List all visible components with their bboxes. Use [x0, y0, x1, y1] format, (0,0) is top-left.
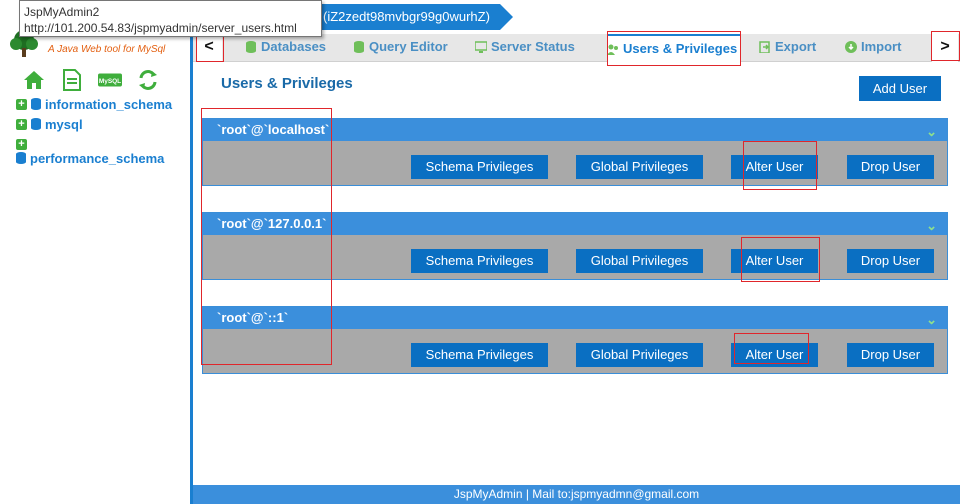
- database-icon: [354, 41, 364, 53]
- database-name[interactable]: performance_schema: [30, 151, 164, 166]
- tab-next-arrow-icon[interactable]: >: [932, 34, 958, 62]
- database-item[interactable]: + information_schema: [16, 94, 172, 114]
- home-icon[interactable]: [22, 69, 46, 91]
- export-icon: [759, 41, 770, 53]
- mysql-icon[interactable]: MySQL: [98, 69, 122, 91]
- drop-user-button[interactable]: Drop User: [847, 249, 934, 273]
- chevron-down-icon[interactable]: ⌄: [926, 121, 937, 143]
- database-item[interactable]: + mysql: [16, 114, 172, 134]
- server-name[interactable]: (iZ2zedt98mvbgr99g0wurhZ): [323, 9, 490, 24]
- page-title: Users & Privileges: [221, 75, 353, 92]
- sidebar: A Java Web tool for MySql MySQL + inform…: [0, 0, 191, 504]
- user-card-header[interactable]: `root`@`127.0.0.1` ⌄: [203, 213, 947, 235]
- document-icon[interactable]: [60, 69, 84, 91]
- sidebar-divider: [190, 0, 193, 504]
- tab-query-editor[interactable]: Query Editor: [353, 34, 448, 62]
- tab-label[interactable]: Users & Privileges: [623, 41, 737, 56]
- tab-label[interactable]: Databases: [261, 39, 326, 54]
- footer-text[interactable]: JspMyAdmin | Mail to:jspmyadmn@gmail.com: [454, 487, 699, 501]
- tab-import[interactable]: Import: [845, 34, 901, 62]
- alter-user-button[interactable]: Alter User: [731, 343, 818, 367]
- tab-export[interactable]: Export: [759, 34, 816, 62]
- tab-databases[interactable]: Databases: [245, 34, 326, 62]
- user-card-header[interactable]: `root`@`::1` ⌄: [203, 307, 947, 329]
- schema-privileges-button[interactable]: Schema Privileges: [411, 249, 548, 273]
- database-icon: [31, 118, 41, 130]
- database-name[interactable]: information_schema: [45, 97, 172, 112]
- tab-bar: Databases Query Editor Server Status Use…: [193, 34, 960, 62]
- global-privileges-button[interactable]: Global Privileges: [576, 249, 703, 273]
- alter-user-button[interactable]: Alter User: [731, 155, 818, 179]
- database-list: + information_schema + mysql + performan…: [16, 94, 172, 168]
- footer: JspMyAdmin | Mail to:jspmyadmn@gmail.com: [193, 485, 960, 504]
- database-icon: [16, 152, 26, 164]
- user-card: `root`@`localhost` ⌄ Schema Privileges G…: [202, 118, 948, 186]
- chevron-down-icon[interactable]: ⌄: [926, 309, 937, 331]
- logo-tagline: A Java Web tool for MySql: [48, 44, 166, 55]
- database-icon: [31, 98, 41, 110]
- user-name: `root`@`127.0.0.1`: [217, 216, 327, 231]
- tab-label[interactable]: Server Status: [491, 39, 575, 54]
- database-item[interactable]: + performance_schema: [16, 134, 172, 168]
- sidebar-toolbar: MySQL: [22, 68, 160, 92]
- add-user-button[interactable]: Add User: [859, 76, 941, 101]
- alter-user-button[interactable]: Alter User: [731, 249, 818, 273]
- refresh-icon[interactable]: [136, 69, 160, 91]
- database-name[interactable]: mysql: [45, 117, 83, 132]
- tab-server-status[interactable]: Server Status: [475, 34, 575, 62]
- expand-icon[interactable]: +: [16, 139, 27, 150]
- browser-tooltip: JspMyAdmin2 http://101.200.54.83/jspmyad…: [19, 0, 322, 37]
- user-card: `root`@`127.0.0.1` ⌄ Schema Privileges G…: [202, 212, 948, 280]
- mysql-icon-label: MySQL: [99, 78, 121, 85]
- tab-prev-arrow-icon[interactable]: <: [196, 34, 222, 62]
- drop-user-button[interactable]: Drop User: [847, 343, 934, 367]
- user-name: `root`@`localhost`: [217, 122, 330, 137]
- database-icon: [246, 41, 256, 53]
- expand-icon[interactable]: +: [16, 118, 27, 130]
- import-icon: [845, 41, 857, 53]
- user-card: `root`@`::1` ⌄ Schema Privileges Global …: [202, 306, 948, 374]
- tooltip-title: JspMyAdmin2: [24, 5, 100, 19]
- users-icon: [607, 44, 618, 55]
- chevron-down-icon[interactable]: ⌄: [926, 215, 937, 237]
- tab-label[interactable]: Query Editor: [369, 39, 448, 54]
- tab-label[interactable]: Import: [861, 39, 901, 54]
- schema-privileges-button[interactable]: Schema Privileges: [411, 343, 548, 367]
- drop-user-button[interactable]: Drop User: [847, 155, 934, 179]
- schema-privileges-button[interactable]: Schema Privileges: [411, 155, 548, 179]
- user-name: `root`@`::1`: [217, 310, 289, 325]
- global-privileges-button[interactable]: Global Privileges: [576, 155, 703, 179]
- tab-users-privileges[interactable]: Users & Privileges: [607, 34, 741, 62]
- user-card-header[interactable]: `root`@`localhost` ⌄: [203, 119, 947, 141]
- expand-icon[interactable]: +: [16, 98, 27, 110]
- global-privileges-button[interactable]: Global Privileges: [576, 343, 703, 367]
- server-breadcrumb[interactable]: (iZ2zedt98mvbgr99g0wurhZ): [293, 4, 513, 30]
- monitor-icon: [475, 41, 487, 53]
- tab-label[interactable]: Export: [775, 39, 816, 54]
- tooltip-url: http://101.200.54.83/jspmyadmin/server_u…: [24, 21, 297, 35]
